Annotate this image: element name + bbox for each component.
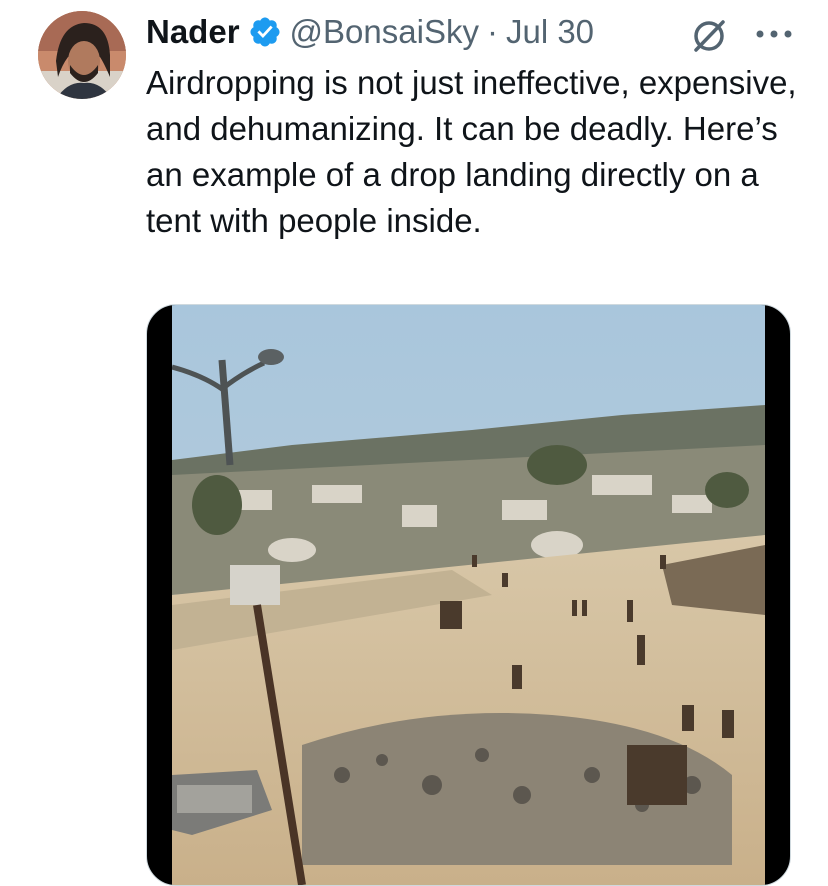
more-icon[interactable] (754, 22, 794, 46)
video-player[interactable] (146, 304, 791, 886)
tweet-date[interactable]: Jul 30 (506, 12, 594, 52)
author-handle[interactable]: @BonsaiSky (290, 12, 479, 52)
avatar-image (38, 11, 126, 99)
tweet-header: Nader @BonsaiSky · Jul 30 (146, 12, 594, 52)
author-name[interactable]: Nader (146, 12, 240, 52)
separator-dot: · (486, 13, 498, 50)
tweet-text: Airdropping is not just ineffective, exp… (146, 64, 797, 239)
grok-icon[interactable] (690, 17, 728, 55)
avatar[interactable] (38, 11, 126, 99)
video-frame (172, 305, 765, 885)
verified-badge-icon (250, 17, 280, 47)
